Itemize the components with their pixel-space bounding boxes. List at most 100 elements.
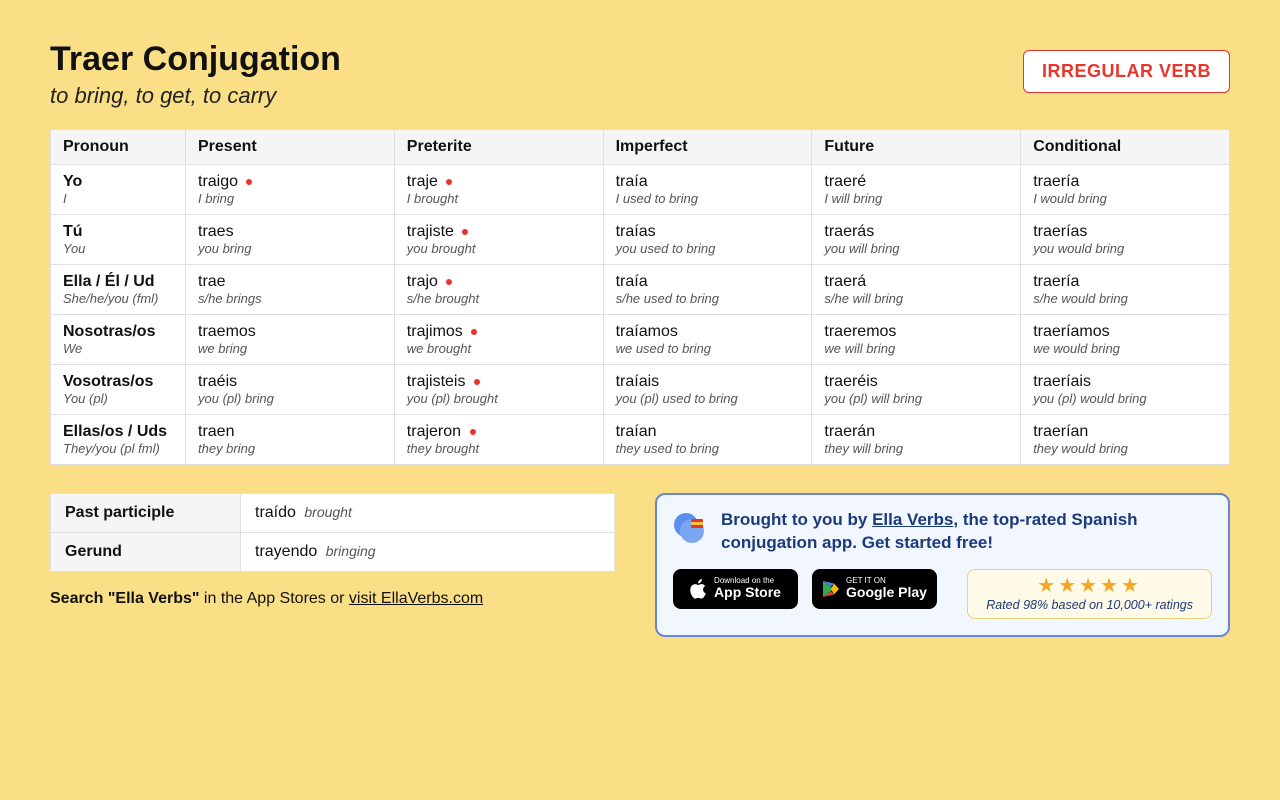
conjugation-cell: traerás you will bring bbox=[812, 215, 1021, 265]
verb-translation: you (pl) brought bbox=[407, 391, 591, 406]
verb-form: traeríais bbox=[1033, 373, 1217, 391]
verb-form: traeríamos bbox=[1033, 323, 1217, 341]
pronoun-main: Nosotras/os bbox=[63, 323, 173, 341]
verb-translation: I will bring bbox=[824, 191, 1008, 206]
verb-translation: we would bring bbox=[1033, 341, 1217, 356]
app-logo-icon bbox=[673, 509, 709, 545]
verb-translation: s/he used to bring bbox=[616, 291, 800, 306]
verb-translation: s/he would bring bbox=[1033, 291, 1217, 306]
pronoun-main: Ella / Él / Ud bbox=[63, 273, 173, 291]
verb-translation: we used to bring bbox=[616, 341, 800, 356]
stars-icon: ★★★★★ bbox=[986, 576, 1193, 596]
promo-text: Brought to you by Ella Verbs, the top-ra… bbox=[721, 509, 1212, 555]
verb-translation: they would bring bbox=[1033, 441, 1217, 456]
visit-link[interactable]: visit EllaVerbs.com bbox=[349, 590, 483, 607]
verb-form: traeré bbox=[824, 173, 1008, 191]
verb-form: trae bbox=[198, 273, 382, 291]
pronoun-cell: Ellas/os / UdsThey/you (pl fml) bbox=[51, 415, 186, 465]
extra-label: Past participle bbox=[51, 494, 241, 533]
brand-link[interactable]: Ella Verbs bbox=[872, 510, 953, 529]
table-row: YoItraigo I bringtraje I broughttraía I … bbox=[51, 165, 1230, 215]
verb-form: traigo bbox=[198, 173, 382, 191]
conjugation-cell: trae s/he brings bbox=[186, 265, 395, 315]
verb-translation: s/he will bring bbox=[824, 291, 1008, 306]
irregular-dot-icon bbox=[471, 329, 477, 335]
conjugation-cell: traía s/he used to bring bbox=[603, 265, 812, 315]
table-row: Ellas/os / UdsThey/you (pl fml)traen the… bbox=[51, 415, 1230, 465]
verb-form: traerá bbox=[824, 273, 1008, 291]
google-play-button[interactable]: GET IT ON Google Play bbox=[812, 569, 937, 609]
verb-form: traeréis bbox=[824, 373, 1008, 391]
promo-bottom: Download on the App Store GET IT ON Goog… bbox=[673, 569, 1212, 619]
verb-translation: we will bring bbox=[824, 341, 1008, 356]
extra-value: trayendo bbox=[255, 543, 317, 560]
conjugation-cell: traemos we bring bbox=[186, 315, 395, 365]
conjugation-cell: traería s/he would bring bbox=[1021, 265, 1230, 315]
conjugation-cell: trajisteis you (pl) brought bbox=[394, 365, 603, 415]
search-rest: in the App Stores or bbox=[199, 590, 348, 607]
pronoun-main: Yo bbox=[63, 173, 173, 191]
pronoun-sub: I bbox=[63, 191, 173, 206]
pronoun-main: Tú bbox=[63, 223, 173, 241]
conjugation-cell: traerán they will bring bbox=[812, 415, 1021, 465]
verb-translation: s/he brings bbox=[198, 291, 382, 306]
rating-text: Rated 98% based on 10,000+ ratings bbox=[986, 598, 1193, 612]
conjugation-cell: traerían they would bring bbox=[1021, 415, 1230, 465]
irregular-dot-icon bbox=[246, 179, 252, 185]
irregular-badge: IRREGULAR VERB bbox=[1023, 50, 1230, 93]
extra-value: traído bbox=[255, 504, 296, 521]
verb-form: traería bbox=[1033, 273, 1217, 291]
pronoun-cell: YoI bbox=[51, 165, 186, 215]
pronoun-cell: Nosotras/osWe bbox=[51, 315, 186, 365]
column-header: Imperfect bbox=[603, 130, 812, 165]
conjugation-cell: traíais you (pl) used to bring bbox=[603, 365, 812, 415]
column-header: Future bbox=[812, 130, 1021, 165]
lower-row: Past participle traído brought Gerund traye… bbox=[50, 493, 1230, 637]
conjugation-cell: traeremos we will bring bbox=[812, 315, 1021, 365]
app-store-button[interactable]: Download on the App Store bbox=[673, 569, 798, 609]
verb-translation: you will bring bbox=[824, 241, 1008, 256]
extra-sub: brought bbox=[304, 504, 351, 520]
search-line: Search "Ella Verbs" in the App Stores or… bbox=[50, 590, 615, 608]
page-title: Traer Conjugation bbox=[50, 40, 341, 79]
extra-forms-table: Past participle traído brought Gerund traye… bbox=[50, 493, 615, 572]
conjugation-cell: trajeron they brought bbox=[394, 415, 603, 465]
verb-form: traía bbox=[616, 173, 800, 191]
verb-translation: you (pl) used to bring bbox=[616, 391, 800, 406]
irregular-dot-icon bbox=[470, 429, 476, 435]
pronoun-cell: Ella / Él / UdShe/he/you (fml) bbox=[51, 265, 186, 315]
verb-form: traíais bbox=[616, 373, 800, 391]
verb-form: traerán bbox=[824, 423, 1008, 441]
verb-form: trajisteis bbox=[407, 373, 591, 391]
verb-translation: you (pl) bring bbox=[198, 391, 382, 406]
conjugation-cell: traeríais you (pl) would bring bbox=[1021, 365, 1230, 415]
conjugation-cell: traen they bring bbox=[186, 415, 395, 465]
table-row: TúYoutraes you bringtrajiste you brought… bbox=[51, 215, 1230, 265]
search-bold: Search "Ella Verbs" bbox=[50, 590, 199, 607]
extra-label: Gerund bbox=[51, 533, 241, 572]
irregular-dot-icon bbox=[446, 179, 452, 185]
verb-translation: we brought bbox=[407, 341, 591, 356]
header-row: Traer Conjugation to bring, to get, to c… bbox=[50, 40, 1230, 109]
verb-translation: you would bring bbox=[1033, 241, 1217, 256]
conjugation-cell: traían they used to bring bbox=[603, 415, 812, 465]
verb-name: Traer bbox=[50, 40, 133, 78]
conjugation-cell: trajimos we brought bbox=[394, 315, 603, 365]
verb-form: traerían bbox=[1033, 423, 1217, 441]
verb-form: traías bbox=[616, 223, 800, 241]
verb-translation: I used to bring bbox=[616, 191, 800, 206]
table-head: PronounPresentPreteriteImperfectFutureCo… bbox=[51, 130, 1230, 165]
table-row: Ella / Él / UdShe/he/you (fml)trae s/he … bbox=[51, 265, 1230, 315]
extra-row: Gerundtrayendo bringing bbox=[51, 533, 615, 572]
conjugation-cell: traía I used to bring bbox=[603, 165, 812, 215]
verb-translation: s/he brought bbox=[407, 291, 591, 306]
verb-form: trajimos bbox=[407, 323, 591, 341]
verb-form: trajeron bbox=[407, 423, 591, 441]
title-rest: Conjugation bbox=[133, 40, 341, 78]
verb-translation: you (pl) will bring bbox=[824, 391, 1008, 406]
verb-translation: you (pl) would bring bbox=[1033, 391, 1217, 406]
table-row: Nosotras/osWetraemos we bringtrajimos we… bbox=[51, 315, 1230, 365]
verb-form: traen bbox=[198, 423, 382, 441]
pronoun-sub: You bbox=[63, 241, 173, 256]
irregular-dot-icon bbox=[474, 379, 480, 385]
